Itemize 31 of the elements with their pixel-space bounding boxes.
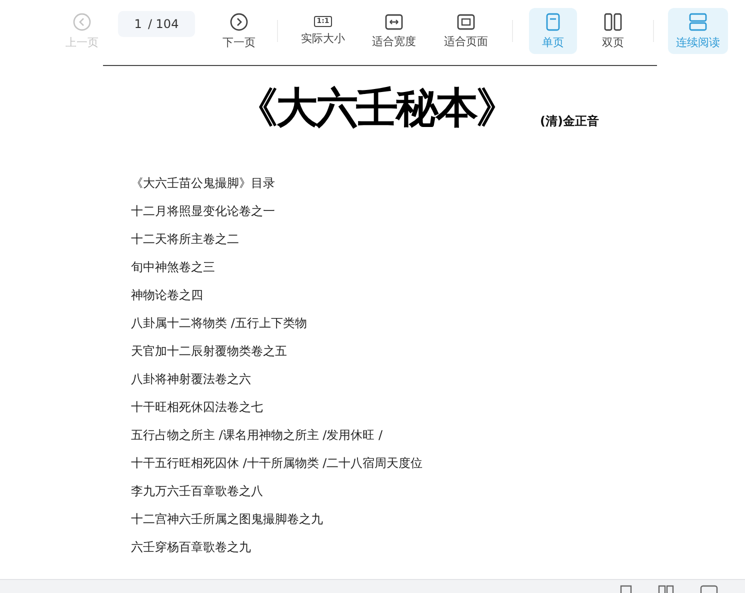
fit-page-icon — [457, 14, 475, 30]
contents-line: 神物论卷之四 — [131, 287, 204, 304]
contents-line: 十二月将照显变化论卷之一 — [131, 203, 276, 220]
single-page-icon[interactable] — [620, 585, 632, 593]
contents-line: 《大六壬苗公鬼撮脚》目录 — [131, 175, 276, 192]
fit-width-icon — [385, 14, 403, 30]
stacked-pages-icon — [689, 12, 707, 30]
chevron-left-icon — [73, 12, 91, 30]
two-page-icon — [604, 12, 622, 30]
next-page-button[interactable]: 下一页 — [211, 8, 267, 54]
fit-page-button[interactable]: 适合页面 — [432, 8, 500, 54]
fit-width-button[interactable]: 适合宽度 — [360, 8, 428, 54]
document-title: 《大六壬秘本》 — [236, 82, 516, 134]
contents-line: 八卦将神射覆法卷之六 — [131, 371, 252, 388]
page-number-field[interactable]: 1 / 104 — [118, 11, 195, 37]
two-page-icon[interactable] — [658, 585, 674, 593]
chevron-right-icon — [230, 12, 248, 30]
two-page-button[interactable]: 双页 — [589, 8, 637, 54]
contents-line: 十二宫神六壬所属之图鬼撮脚卷之九 — [131, 511, 324, 528]
contents-line: 八卦属十二将物类 /五行上下类物 — [131, 315, 308, 332]
contents-line: 十干旺相死休囚法卷之七 — [131, 399, 264, 416]
contents-line: 五行占物之所主 /课名用神物之所主 /发用休旺 / — [131, 427, 384, 444]
contents-line: 十干五行旺相死囚休 /十干所属物类 /二十八宿周天度位 — [131, 455, 424, 472]
fit-page-icon[interactable] — [700, 585, 718, 593]
contents-line: 六壬穿杨百章歌卷之九 — [131, 539, 252, 556]
single-page-icon — [546, 12, 560, 30]
contents-line: 天官加十二辰射覆物类卷之五 — [131, 343, 288, 360]
contents-line: 十二天将所主卷之二 — [131, 231, 240, 248]
contents-line: 李九万六壬百章歌卷之八 — [131, 483, 264, 500]
contents-line: 旬中神煞卷之三 — [131, 259, 216, 276]
document-author: (清)金正音 — [540, 113, 599, 130]
